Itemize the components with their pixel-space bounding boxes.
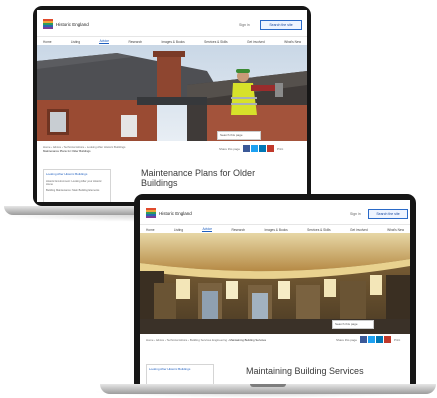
nav-get-involved[interactable]: Get involved: [350, 228, 368, 232]
nav-images-books[interactable]: Images & Books: [264, 228, 287, 232]
crumb-technical[interactable]: Technical Advice: [167, 338, 188, 342]
sidebar-title[interactable]: Looking After Historic Buildings: [149, 367, 211, 371]
sidebar-related: Looking After Historic Buildings: [146, 364, 214, 384]
laptop-front: Historic England Sign in Search the site…: [0, 0, 437, 398]
crumb-home[interactable]: Home: [146, 338, 153, 342]
laptop-notch: [250, 384, 286, 387]
site-logo[interactable]: Historic England: [146, 208, 192, 218]
flag-logo-icon: [146, 208, 156, 218]
facebook-icon[interactable]: [360, 336, 368, 343]
twitter-icon[interactable]: [368, 336, 376, 343]
share-label: Share this page: [336, 337, 358, 342]
breadcrumb: Home › Advice › Technical Advice › Build…: [146, 338, 267, 342]
linkedin-icon[interactable]: [376, 336, 384, 343]
email-icon[interactable]: [384, 336, 392, 343]
print-button[interactable]: Print: [394, 338, 400, 342]
search-this-page[interactable]: Search this page: [332, 320, 374, 329]
screen-page-building-services: Historic England Sign in Search the site…: [140, 200, 410, 384]
nav-listing[interactable]: Listing: [174, 228, 183, 232]
logo-text: Historic England: [159, 210, 192, 216]
nav-whats-new[interactable]: What's New: [387, 228, 404, 232]
search-site-button[interactable]: Search the site: [368, 209, 408, 219]
hero-image-rotunda: Search this page: [140, 233, 410, 334]
sign-in-link[interactable]: Sign in: [350, 212, 361, 216]
hero-photo: [140, 233, 410, 334]
nav-research[interactable]: Research: [231, 228, 245, 232]
nav-services-skills[interactable]: Services & Skills: [307, 228, 331, 232]
crumb-current: Maintaining Building Services: [229, 338, 267, 342]
page-title: Maintaining Building Services: [246, 366, 364, 376]
crumb-advice[interactable]: Advice: [156, 338, 164, 342]
share-bar: Share this page Print: [336, 336, 402, 343]
site-header: Historic England Sign in Search the site: [140, 200, 410, 226]
crumb-building-services-eng[interactable]: Building Services Engineering: [190, 338, 227, 342]
nav-advice[interactable]: Advice: [202, 227, 213, 232]
nav-home[interactable]: Home: [146, 228, 155, 232]
